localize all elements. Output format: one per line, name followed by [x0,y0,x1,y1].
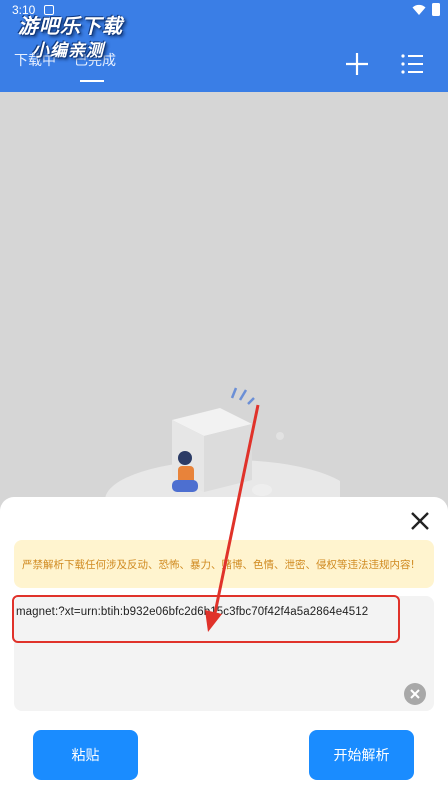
annotation-highlight-box [12,595,400,643]
close-icon[interactable] [409,510,431,532]
status-indicators [412,3,440,16]
battery-icon [432,3,440,16]
paste-button[interactable]: 粘贴 [33,730,138,780]
watermark-line2: 小编亲测 [32,41,104,61]
plus-icon[interactable] [343,50,371,78]
watermark-logo: 游吧乐下载 小编亲测 [10,4,150,61]
legal-notice: 严禁解析下载任何涉及反动、恐怖、暴力、赌博、色情、泄密、侵权等违法违规内容! [14,540,434,588]
clear-input-icon[interactable] [404,683,426,705]
wifi-icon [412,4,426,15]
watermark-line1: 游吧乐下载 [18,14,123,38]
start-parse-button[interactable]: 开始解析 [309,730,414,780]
list-menu-icon[interactable] [398,50,426,78]
empty-state-illustration [105,387,340,510]
